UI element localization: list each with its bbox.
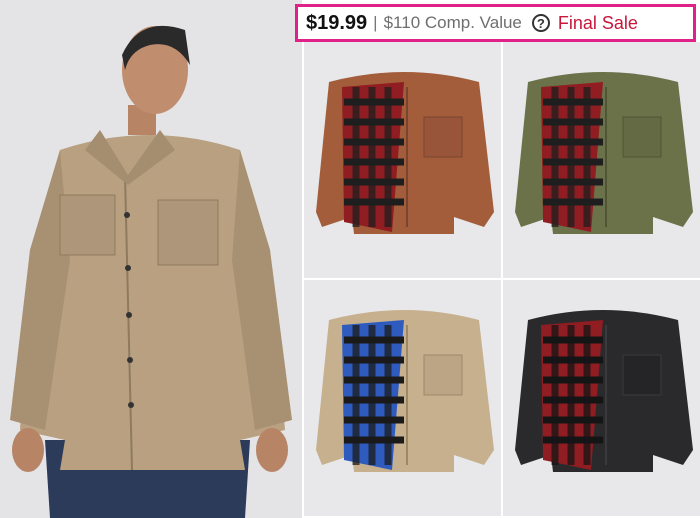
question-circle-icon[interactable]: ?	[531, 14, 550, 32]
variant-khaki-tile[interactable]	[304, 280, 501, 516]
variant-brown-tile[interactable]	[304, 42, 501, 278]
final-sale-label: Final Sale	[557, 12, 638, 33]
variant-black-tile[interactable]	[503, 280, 700, 516]
price-separator: |	[373, 13, 378, 32]
variant-olive-tile[interactable]	[503, 42, 700, 278]
hero-product-image[interactable]	[0, 0, 302, 518]
comp-value: $110 Comp. Value	[383, 13, 522, 32]
sale-price: $19.99	[306, 11, 368, 34]
price-bar: $19.99 | $110 Comp. Value ? Final Sale	[295, 4, 696, 42]
